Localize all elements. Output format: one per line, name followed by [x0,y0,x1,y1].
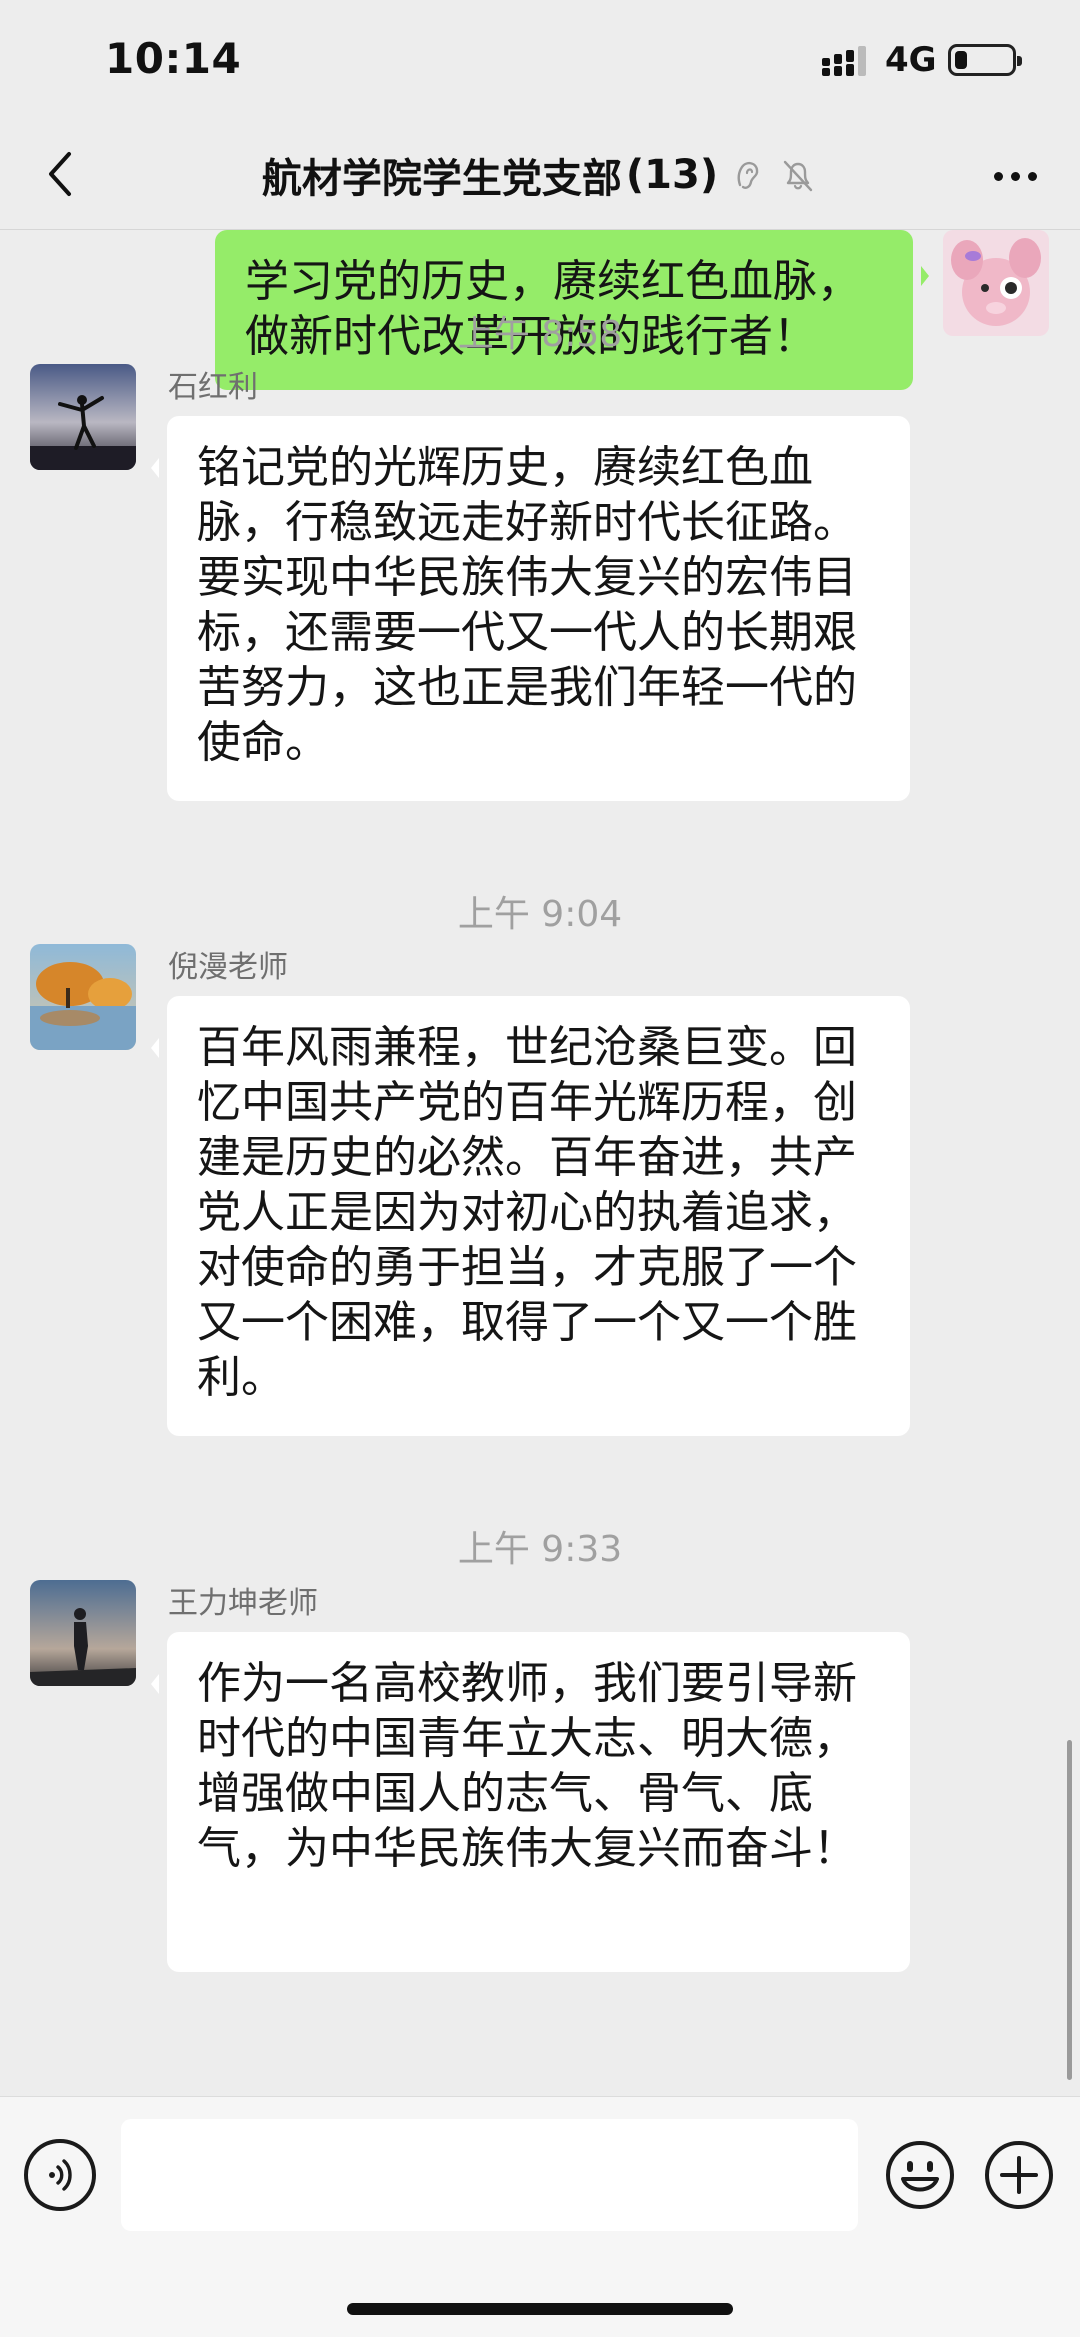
chat-title: 航材学院学生党支部 (13) [0,146,1080,204]
message-bubble[interactable]: 铭记党的光辉历史，赓续红色血脉，行稳致远走好新时代长征路。要实现中华民族伟大复兴… [151,416,910,801]
more-dot [1010,171,1020,181]
more-dot [1027,171,1037,181]
member-count: (13) [625,152,719,198]
avatar-wanglikunlaoshi[interactable] [30,1580,136,1686]
voice-icon [49,2159,72,2191]
message-bubble[interactable]: 百年风雨兼程，世纪沧桑巨变。回忆中国共产党的百年光辉历程，创建是历史的必然。百年… [151,996,910,1436]
timestamp: 上午 9:33 [457,1529,623,1570]
avatar-nimanlaoshi[interactable] [30,944,136,1050]
timestamp: 上午 9:04 [457,894,623,935]
timestamp: 上午 8:58 [457,314,623,355]
more-button[interactable] [980,148,1050,204]
plus-circle-icon[interactable] [983,2139,1055,2211]
sender-name: 倪漫老师 [168,950,288,985]
status-time: 10:14 [105,34,242,83]
scroll-indicator[interactable] [1067,1740,1072,2080]
sender-name: 王力坤老师 [168,1586,318,1621]
ear-icon [737,162,759,189]
avatar-shihongli[interactable] [30,364,136,470]
message-row: 王力坤老师 作为一名高校教师，我们要引导新时代的中国青年立大志、明大德，增强做中… [0,1578,1080,2096]
emoji-icon[interactable] [884,2139,956,2211]
network-type: 4G [885,40,937,80]
group-name: 航材学院学生党支部 [261,156,622,202]
chat-message-list[interactable]: 学习党的历史，赓续红色血脉，做新时代改革开放的践行者！ 上午 8:58 石红利 … [0,230,1080,2096]
status-bar: 10:14 4G [0,0,1080,120]
message-row: 倪漫老师 百年风雨兼程，世纪沧桑巨变。回忆中国共产党的百年光辉历程，创建是历史的… [0,942,1080,1492]
nav-bar: 航材学院学生党支部 (13) [0,120,1080,230]
message-input[interactable] [121,2119,858,2231]
battery-icon [948,44,1022,76]
voice-button[interactable] [24,2139,96,2211]
input-bar [0,2096,1080,2337]
sender-name: 石红利 [168,370,258,405]
bell-muted-icon [783,160,813,192]
message-row: 石红利 铭记党的光辉历史，赓续红色血脉，行稳致远走好新时代长征路。要实现中华民族… [0,362,1080,832]
message-bubble[interactable]: 作为一名高校教师，我们要引导新时代的中国青年立大志、明大德，增强做中国人的志气、… [151,1632,910,1972]
home-indicator[interactable] [347,2303,733,2315]
signal-icon [822,46,866,76]
battery-level [955,51,967,69]
more-dot [993,171,1003,181]
